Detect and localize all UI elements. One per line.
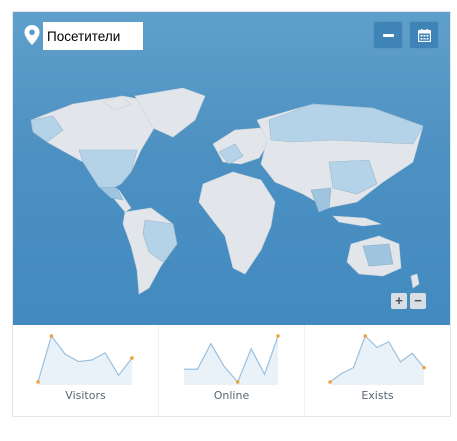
stat-exists: Exists [304,325,450,417]
sparkline-marker [276,334,280,338]
map-region-indonesia [332,215,382,227]
sparkline-visitors [36,334,134,385]
map-region-new-zealand [410,273,420,289]
stats-row: Visitors Online Exists [13,325,450,417]
stat-label-online: Online [213,389,250,402]
sparkline-marker [130,356,134,360]
map-region-africa [198,171,276,275]
map-region-mexico [98,186,124,201]
sparkline-marker [36,380,40,384]
world-map-panel: + − [13,12,450,325]
map-pin-icon [24,25,40,45]
sparkline-marker [235,380,240,384]
world-map[interactable] [13,12,450,325]
minimize-button[interactable] [373,21,403,49]
map-region-usa [78,149,138,191]
visitors-map-widget: + − Visitors Online Exists [12,11,451,417]
zoom-out-button[interactable]: − [410,293,426,309]
sparkline-marker [328,380,332,384]
sparkline-marker [363,334,368,338]
zoom-in-button[interactable]: + [391,293,407,309]
stat-label-exists: Exists [361,389,394,402]
sparkline-exists [328,334,426,385]
stat-visitors: Visitors [13,325,158,417]
stat-label-visitors: Visitors [65,389,106,402]
calendar-icon [417,28,431,42]
calendar-button[interactable] [409,21,439,49]
minus-icon [382,33,394,37]
sparkline-area [184,336,278,385]
map-region-europe [212,127,270,165]
sparkline-online [184,334,280,385]
sparkline-marker [422,365,426,370]
sparkline-marker [49,334,54,338]
stat-online: Online [158,325,304,417]
sparkline-area [330,336,424,385]
widget-title-input[interactable] [43,22,143,50]
